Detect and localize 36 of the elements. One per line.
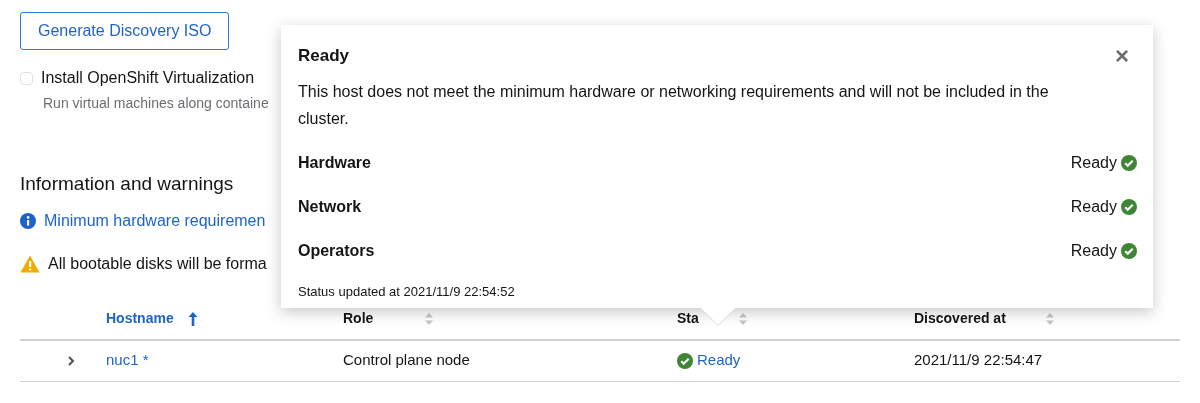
sort-icon[interactable] bbox=[425, 312, 434, 325]
table-cell-text: 2021/11/9 22:54:47 bbox=[914, 350, 1044, 371]
checkbox-label[interactable]: Install OpenShift Virtualization bbox=[41, 66, 255, 90]
status-link[interactable]: Ready bbox=[697, 349, 741, 372]
warning-text: All bootable disks will be forma bbox=[48, 253, 267, 274]
check-circle-icon bbox=[677, 352, 693, 369]
check-circle-icon bbox=[1121, 242, 1137, 259]
warning-icon bbox=[20, 254, 40, 273]
check-label: Hardware bbox=[298, 152, 371, 173]
popover-message: This host does not meet the minimum hardware or networking requirements and will not be included in the cluster. bbox=[298, 81, 1050, 129]
status-updated-text: Status updated at 2021/11/9 22:54:52 bbox=[298, 282, 516, 301]
requirements-link[interactable]: Minimum hardware requiremen bbox=[44, 208, 266, 233]
column-header[interactable]: Hostname bbox=[106, 308, 174, 329]
section-heading: Information and warnings bbox=[20, 172, 234, 196]
table-cell-text: Control plane node bbox=[343, 350, 471, 371]
check-label: Operators bbox=[298, 240, 375, 261]
column-header[interactable]: Discovered at bbox=[914, 308, 1006, 329]
check-label: Network bbox=[298, 196, 362, 217]
generate-iso-button[interactable]: Generate Discovery ISO bbox=[20, 12, 230, 50]
info-icon bbox=[20, 212, 36, 229]
check-status: Ready bbox=[1070, 196, 1117, 217]
sort-icon[interactable] bbox=[738, 312, 747, 325]
expand-toggle-icon[interactable] bbox=[66, 355, 76, 366]
hostname-link[interactable]: nuc1 * bbox=[106, 349, 343, 372]
column-header[interactable]: Role bbox=[343, 308, 374, 329]
popover-title: Ready bbox=[298, 45, 350, 67]
sort-icon[interactable] bbox=[1045, 312, 1054, 325]
close-button[interactable]: × bbox=[1109, 43, 1135, 68]
sort-ascending-icon[interactable] bbox=[187, 311, 198, 326]
check-circle-icon bbox=[1121, 154, 1137, 171]
check-status: Ready bbox=[1070, 240, 1117, 261]
column-header[interactable]: Sta bbox=[677, 308, 699, 329]
virtualization-checkbox[interactable] bbox=[20, 71, 33, 85]
checkbox-help-text: Run virtual machines along containe bbox=[43, 94, 270, 113]
check-circle-icon bbox=[1121, 198, 1137, 215]
check-status: Ready bbox=[1070, 152, 1117, 173]
